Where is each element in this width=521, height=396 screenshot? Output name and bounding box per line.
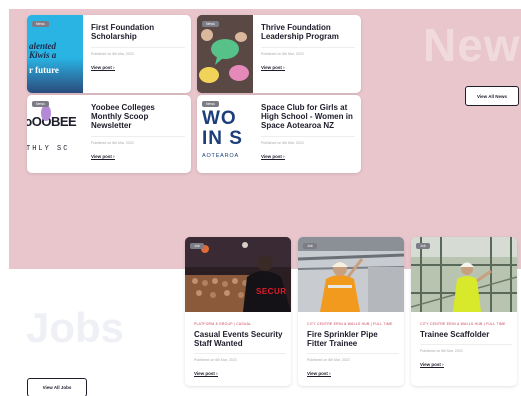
security-vest-text: SECUR xyxy=(256,287,287,296)
divider xyxy=(91,136,185,137)
view-post-link[interactable]: View post › xyxy=(420,362,444,368)
job-badge: Job xyxy=(190,243,204,249)
news-card-space-club[interactable]: WO IN S AOTEAROA News Space Club for Gir… xyxy=(197,95,361,173)
view-all-news-button[interactable]: View All News xyxy=(465,86,519,106)
news-badge: News xyxy=(202,21,219,27)
yoobee-mascot-image xyxy=(41,105,51,121)
view-post-link[interactable]: View post › xyxy=(261,65,285,71)
news-badge: News xyxy=(32,101,49,107)
job-badge: Job xyxy=(416,243,430,249)
news-card-title[interactable]: Space Club for Girls at High School - Wo… xyxy=(261,103,355,130)
divider xyxy=(194,353,286,354)
job-card-fire-sprinkler[interactable]: Job CITY CENTRE ERIN & WALLS HUB | FULL … xyxy=(298,237,404,386)
top-strip xyxy=(0,0,521,9)
divider xyxy=(261,136,355,137)
news-section-title: News xyxy=(423,19,521,71)
news-card-title[interactable]: Yoobee Colleges Monthly Scoop Newsletter xyxy=(91,103,185,130)
divider xyxy=(261,47,355,48)
job-card-title[interactable]: Casual Events Security Staff Wanted xyxy=(194,330,286,348)
view-post-link[interactable]: View post › xyxy=(194,371,218,377)
job-card-casual-events-security[interactable]: SECUR Job PLATFORM 8 GROUP | CASUAL Casu… xyxy=(185,237,291,386)
news-card-title[interactable]: Thrive Foundation Leadership Program xyxy=(261,23,355,41)
news-badge: News xyxy=(202,101,219,107)
jobs-section-title: Jobs xyxy=(26,304,125,351)
view-post-link[interactable]: View post › xyxy=(261,154,285,160)
view-post-link[interactable]: View post › xyxy=(307,371,331,377)
divider xyxy=(91,47,185,48)
view-all-jobs-button[interactable]: View All Jobs xyxy=(27,378,87,396)
divider xyxy=(307,353,399,354)
news-card-yoobee-newsletter[interactable]: ɔOOBEE THLY SC News Yoobee Colleges Mont… xyxy=(27,95,191,173)
news-badge: News xyxy=(32,21,49,27)
job-category: PLATFORM 8 GROUP | CASUAL xyxy=(194,322,252,326)
job-card-title[interactable]: Trainee Scaffolder xyxy=(420,330,512,339)
job-card-trainee-scaffolder[interactable]: Job CITY CENTRE ERIN & WALLS HUB | FULL … xyxy=(411,237,517,386)
news-card-thrive-foundation[interactable]: News Thrive Foundation Leadership Progra… xyxy=(197,15,361,93)
view-post-link[interactable]: View post › xyxy=(91,154,115,160)
job-category: CITY CENTRE ERIN & WALLS HUB | FULL TIME xyxy=(420,322,506,326)
news-card-title[interactable]: First Foundation Scholarship xyxy=(91,23,185,41)
job-category: CITY CENTRE ERIN & WALLS HUB | FULL TIME xyxy=(307,322,393,326)
news-card-first-foundation[interactable]: alented Kiwis a r future News First Foun… xyxy=(27,15,191,93)
job-badge: Job xyxy=(303,243,317,249)
view-post-link[interactable]: View post › xyxy=(91,65,115,71)
job-card-title[interactable]: Fire Sprinkler Pipe Fitter Trainee xyxy=(307,330,399,348)
divider xyxy=(420,344,512,345)
